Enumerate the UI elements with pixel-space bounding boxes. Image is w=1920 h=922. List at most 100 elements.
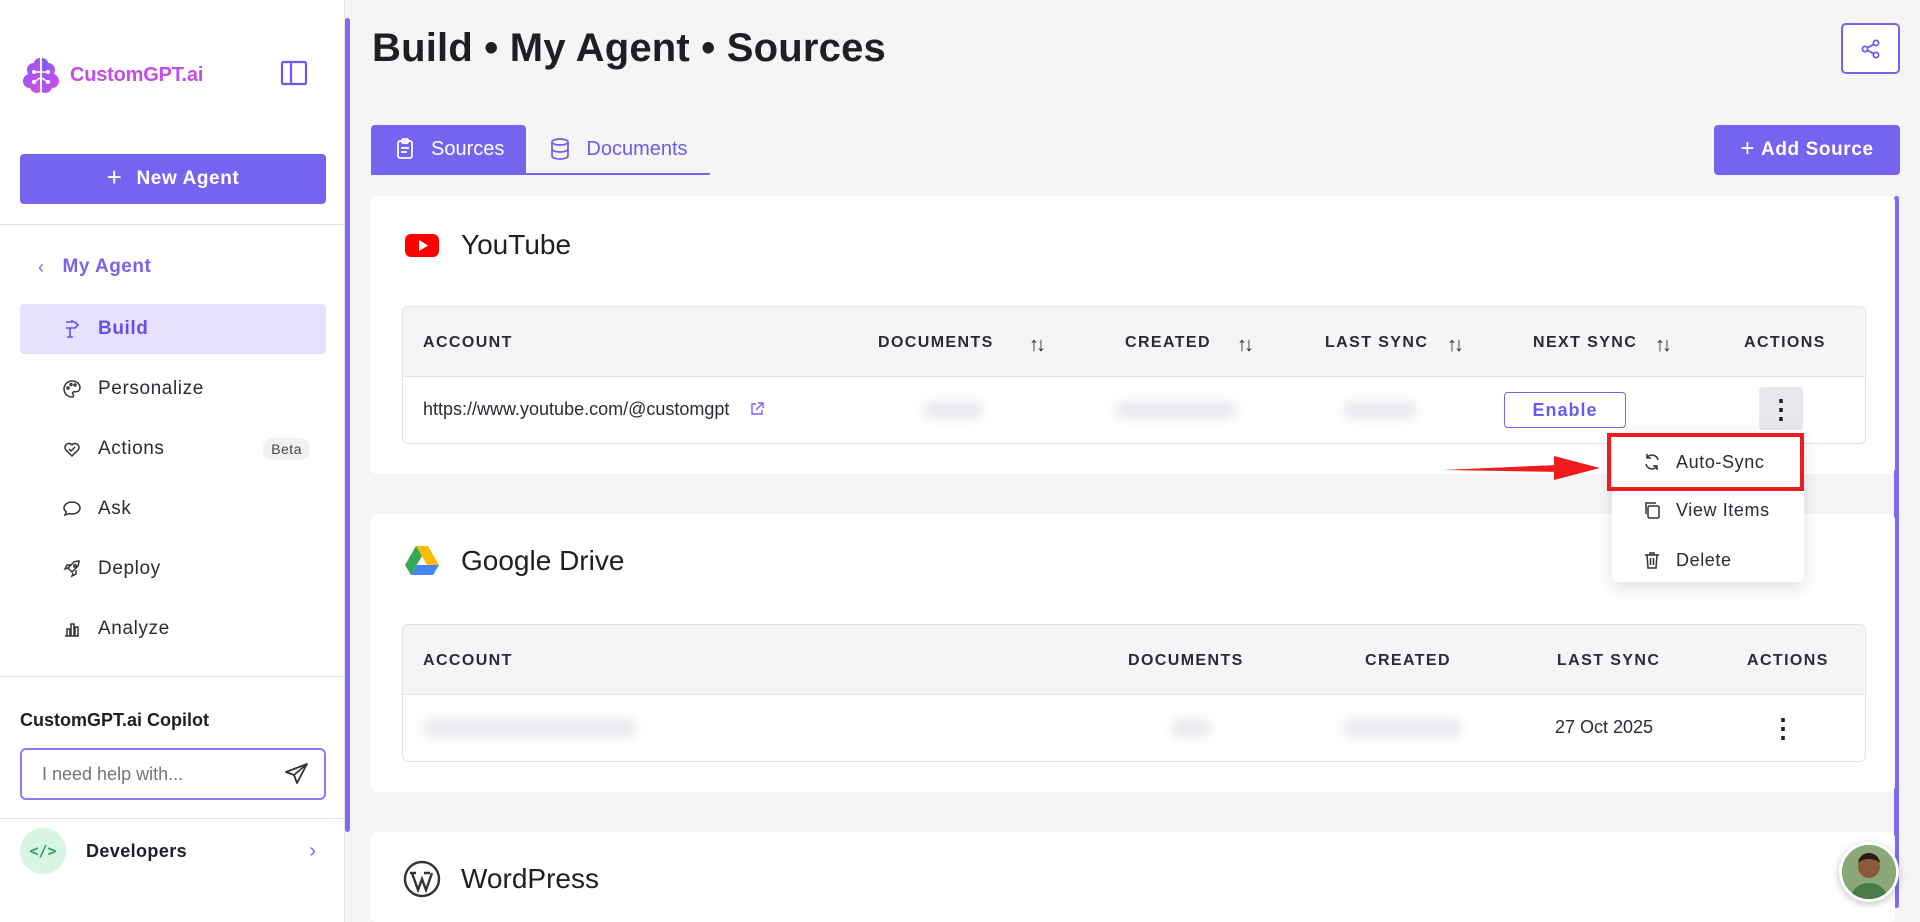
- brand-logo[interactable]: CustomGPT.ai: [20, 54, 203, 96]
- menu-item-label: Delete: [1676, 549, 1732, 570]
- brain-logo-icon: [23, 58, 59, 93]
- column-header: CREATED: [1365, 652, 1451, 669]
- google-drive-icon: [405, 546, 439, 575]
- plus-icon: +: [1740, 134, 1755, 162]
- copilot-input[interactable]: [42, 763, 272, 785]
- redacted-account: [423, 719, 637, 737]
- tab-label: Documents: [586, 137, 688, 160]
- trash-icon: [1645, 552, 1659, 569]
- table-row: 27 Oct 2025 ⋮: [403, 695, 1865, 761]
- column-header: DOCUMENTS: [1128, 652, 1244, 669]
- sort-icon[interactable]: ↑↓: [1655, 334, 1672, 357]
- share-icon: [1861, 39, 1879, 58]
- column-header: ACTIONS: [1747, 652, 1829, 669]
- new-agent-label: New Agent: [136, 168, 240, 189]
- sidebar-item-label: Analyze: [98, 618, 170, 639]
- youtube-table: ACCOUNT DOCUMENTS ↑↓ CREATED ↑↓ LAST SYN…: [402, 306, 1866, 444]
- enable-sync-button[interactable]: Enable: [1504, 392, 1626, 428]
- highlight-box: [1607, 433, 1804, 491]
- tab-documents[interactable]: Documents: [526, 125, 709, 173]
- back-to-agent-link[interactable]: ‹ My Agent: [38, 256, 151, 278]
- heart-hand-icon: [64, 442, 80, 458]
- brand-name: CustomGPT.ai: [70, 63, 204, 86]
- chevron-right-icon: ›: [309, 839, 316, 862]
- table-header: ACCOUNT DOCUMENTS ↑↓ CREATED ↑↓ LAST SYN…: [403, 307, 1865, 377]
- chevron-left-icon: ‹: [38, 256, 45, 277]
- sidebar-collapse-icon[interactable]: [280, 60, 308, 86]
- sort-icon[interactable]: ↑↓: [1029, 334, 1046, 357]
- redacted-created: [1115, 401, 1237, 419]
- sidebar-divider: [0, 676, 345, 677]
- sidebar-divider: [0, 224, 345, 225]
- add-source-button[interactable]: + Add Source: [1714, 125, 1900, 175]
- chat-icon: [63, 501, 81, 517]
- sidebar-item-label: Ask: [98, 498, 132, 519]
- sidebar-item-build[interactable]: Build: [20, 304, 326, 354]
- sidebar: CustomGPT.ai + New Agent ‹ My Agent Buil…: [0, 0, 345, 922]
- tab-sources[interactable]: Sources: [371, 125, 527, 173]
- column-header: ACTIONS: [1744, 334, 1826, 351]
- card-header: YouTube: [403, 226, 571, 264]
- youtube-icon: [405, 234, 439, 257]
- developers-link[interactable]: </> Developers ›: [20, 826, 326, 876]
- card-title: Google Drive: [461, 545, 625, 576]
- plus-icon: +: [106, 162, 123, 192]
- person-avatar-icon: [1842, 845, 1896, 899]
- sidebar-divider: [0, 818, 345, 819]
- sidebar-scrollbar[interactable]: [345, 18, 350, 832]
- copy-icon: [1645, 502, 1660, 519]
- redacted-documents: [923, 401, 983, 419]
- clipboard-icon: [397, 138, 413, 159]
- more-actions-icon[interactable]: ⋮: [1761, 706, 1805, 750]
- new-agent-button[interactable]: + New Agent: [20, 154, 326, 204]
- menu-item-label: View Items: [1676, 499, 1770, 520]
- page-title: Build • My Agent • Sources: [372, 26, 887, 70]
- sidebar-item-deploy[interactable]: Deploy: [20, 544, 326, 594]
- sidebar-item-label: Deploy: [98, 558, 161, 579]
- wordpress-icon: [403, 860, 441, 898]
- column-header[interactable]: DOCUMENTS: [878, 334, 994, 352]
- rocket-icon: [63, 560, 80, 578]
- copilot-title: CustomGPT.ai Copilot: [20, 710, 209, 730]
- wordpress-source-card: WordPress: [371, 832, 1895, 922]
- card-title: WordPress: [461, 863, 599, 894]
- menu-item-view-items[interactable]: View Items: [1612, 488, 1804, 532]
- send-icon[interactable]: [284, 761, 310, 787]
- sort-icon[interactable]: ↑↓: [1447, 334, 1464, 357]
- bar-chart-icon: [65, 623, 79, 637]
- add-source-label: Add Source: [1761, 139, 1874, 160]
- sidebar-item-actions[interactable]: Actions Beta: [20, 424, 326, 474]
- card-header: Google Drive: [403, 542, 624, 580]
- card-title: YouTube: [461, 229, 572, 260]
- more-actions-icon[interactable]: ⋮: [1759, 387, 1803, 431]
- sidebar-item-ask[interactable]: Ask: [20, 484, 326, 534]
- back-link-label: My Agent: [62, 256, 152, 277]
- database-icon: [551, 138, 570, 160]
- annotation-arrow-icon: [1444, 456, 1600, 480]
- beta-badge: Beta: [263, 438, 310, 460]
- build-icon: [66, 320, 80, 338]
- column-header[interactable]: CREATED: [1125, 334, 1211, 352]
- sidebar-item-label: Build: [98, 318, 149, 339]
- palette-icon: [63, 380, 81, 398]
- sidebar-item-label: Actions: [98, 438, 165, 459]
- redacted-last-sync: [1343, 401, 1417, 419]
- column-header[interactable]: NEXT SYNC: [1533, 334, 1637, 352]
- column-header: ACCOUNT: [423, 652, 513, 669]
- menu-item-delete[interactable]: Delete: [1612, 538, 1804, 582]
- copilot-input-box: [20, 748, 326, 800]
- share-button[interactable]: [1841, 23, 1900, 74]
- code-icon: </>: [20, 828, 66, 874]
- sidebar-item-analyze[interactable]: Analyze: [20, 604, 326, 654]
- column-header: LAST SYNC: [1557, 652, 1661, 669]
- account-url[interactable]: https://www.youtube.com/@customgpt: [423, 399, 729, 420]
- tab-label: Sources: [431, 137, 505, 160]
- external-link-icon[interactable]: [749, 401, 765, 417]
- sidebar-item-personalize[interactable]: Personalize: [20, 364, 326, 414]
- sort-icon[interactable]: ↑↓: [1237, 334, 1254, 357]
- column-header[interactable]: LAST SYNC: [1325, 334, 1428, 352]
- sidebar-item-label: Personalize: [98, 378, 204, 399]
- support-chat-avatar[interactable]: [1839, 842, 1899, 902]
- card-header: WordPress: [403, 860, 599, 898]
- google-drive-table: ACCOUNT DOCUMENTS CREATED LAST SYNC ACTI…: [402, 624, 1866, 762]
